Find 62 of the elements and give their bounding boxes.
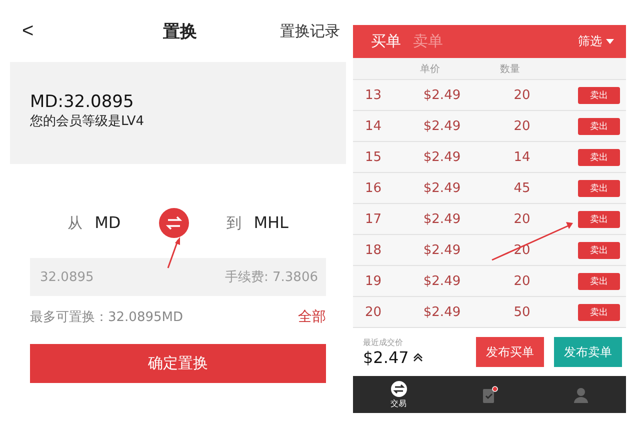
filter-button[interactable]: 筛选 <box>572 32 620 51</box>
row-index: 18 <box>365 242 383 258</box>
member-level-text: 您的会员等级是LV4 <box>30 113 145 130</box>
price-cell-text: $2.49 <box>422 118 462 134</box>
price-cell-text: $2.49 <box>422 180 462 196</box>
balance-text: MD:32.0895 <box>30 92 135 112</box>
swap-icon <box>166 216 182 230</box>
fee-text: 手续费: 7.3806 <box>225 269 318 286</box>
row-index: 16 <box>365 180 383 196</box>
amount-input[interactable]: 32.0895 <box>38 268 158 286</box>
back-button[interactable]: < <box>16 20 40 42</box>
sell-button[interactable]: 卖出 <box>578 242 620 258</box>
price-cell-text: $2.49 <box>422 150 462 164</box>
price-cell-text: $2.49 <box>422 212 462 226</box>
publish-order-button[interactable]: 发布买单 <box>476 337 544 367</box>
price-cell-text: $2.49 <box>422 242 462 258</box>
quantity-cell-text: 20 <box>512 118 532 134</box>
caret-icon <box>606 39 614 44</box>
sell-button[interactable]: 卖出 <box>578 148 620 166</box>
price-cell-text: $2.49 <box>422 304 462 320</box>
quantity-cell-text: 45 <box>512 180 532 196</box>
row-index: 17 <box>365 212 383 226</box>
person-icon <box>572 386 588 402</box>
row-index: 19 <box>365 274 383 288</box>
sell-button[interactable]: 卖出 <box>578 86 620 104</box>
confirm-button[interactable]: 确定置换 <box>30 344 326 383</box>
annotation-arrow <box>167 237 180 268</box>
to-currency[interactable]: MHL <box>254 213 288 232</box>
row-index: 20 <box>365 304 383 320</box>
quantity-cell-text: 20 <box>512 88 532 102</box>
sell-button[interactable]: 卖出 <box>578 272 620 290</box>
from-label: 从 <box>68 214 83 233</box>
max-amount-text: 最多可置换：32.0895MD <box>30 309 183 326</box>
price-cell-text: $2.49 <box>422 88 462 102</box>
sell-button[interactable]: 卖出 <box>578 304 620 320</box>
history-link[interactable]: 置换记录 <box>280 22 340 40</box>
clipboard-icon <box>480 386 498 404</box>
double-chevron-icon <box>412 353 423 362</box>
row-index: 14 <box>365 118 383 134</box>
swap-icon <box>390 380 406 396</box>
all-link[interactable]: 全部 <box>298 308 326 326</box>
sell-button[interactable]: 卖出 <box>578 210 620 228</box>
to-label: 到 <box>226 214 242 233</box>
order-tab[interactable]: 买单 <box>371 32 401 51</box>
sell-button[interactable]: 卖出 <box>578 118 620 134</box>
quantity-cell-text: 20 <box>512 212 532 226</box>
from-currency[interactable]: MD <box>94 213 121 232</box>
swap-button[interactable] <box>158 208 189 238</box>
nav-tab[interactable]: 交易 <box>353 376 444 413</box>
sell-button[interactable]: 卖出 <box>578 180 620 196</box>
publish-order-button[interactable]: 发布卖单 <box>554 337 622 367</box>
row-index: 13 <box>365 88 383 102</box>
last-price-value: $2.47 <box>363 348 409 367</box>
last-price-label: 最近成交价 <box>363 337 404 348</box>
quantity-cell-text: 14 <box>512 150 532 164</box>
price-cell-text: $2.49 <box>422 274 462 288</box>
quantity-cell-text: 50 <box>512 304 532 320</box>
row-index: 15 <box>365 150 383 164</box>
column-header: 单价 <box>419 62 441 76</box>
page-title: 置换 <box>162 20 197 42</box>
column-header: 数量 <box>499 62 521 76</box>
quantity-cell-text: 20 <box>512 274 532 288</box>
